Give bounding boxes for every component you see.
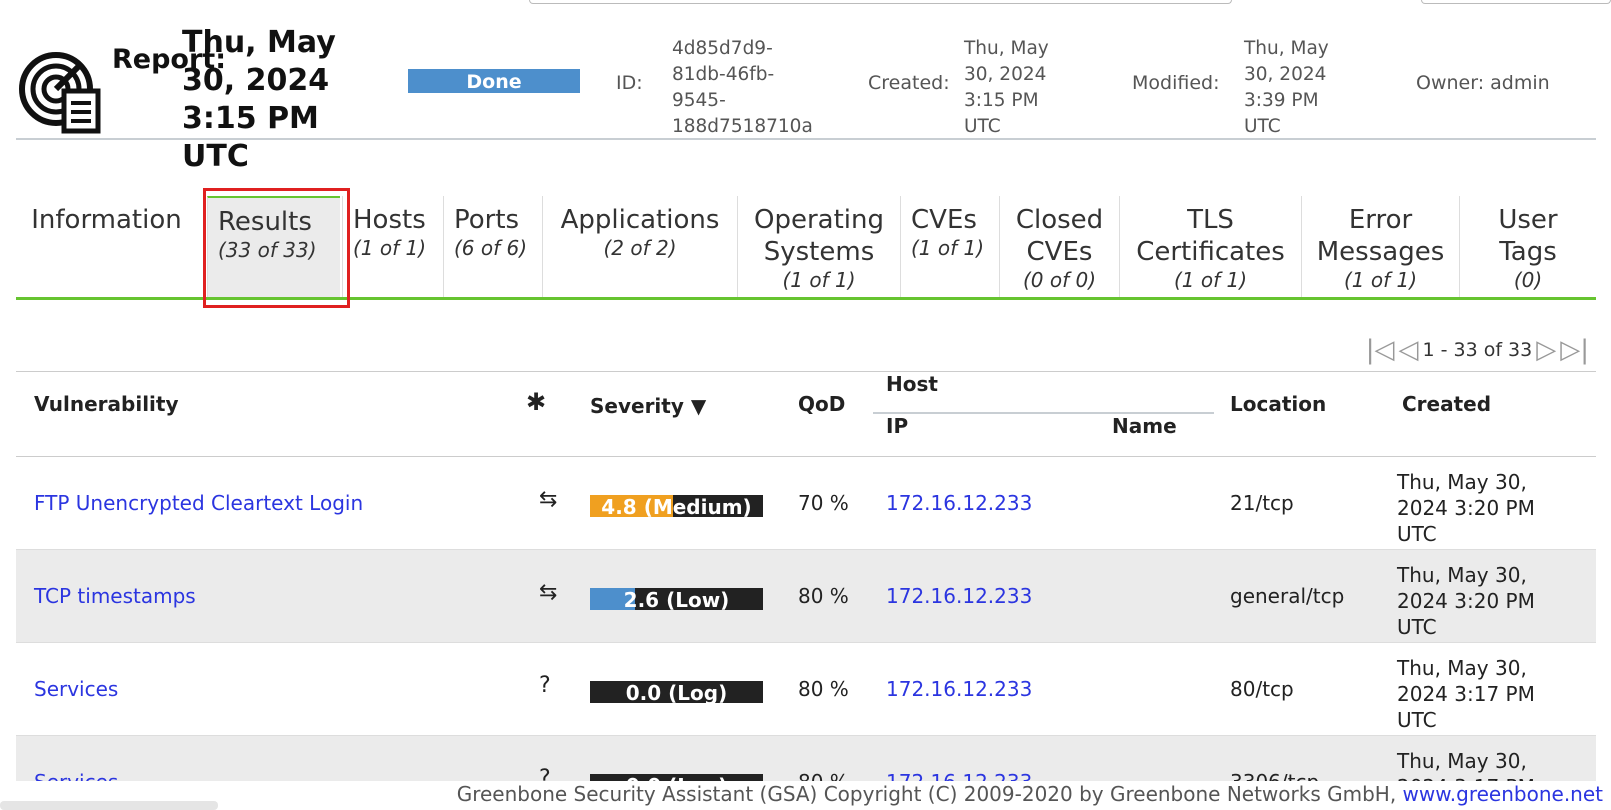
created-value: Thu, May 30, 2024 3:20 PM UTC: [1397, 470, 1535, 546]
copyright-text: Greenbone Security Assistant (GSA) Copyr…: [456, 782, 1403, 806]
page-range: 1 - 33 of 33: [1422, 339, 1533, 361]
report-header: Report: Thu, May 30, 2024 3:15 PM UTC Do…: [16, 22, 1596, 174]
id-value: 4d85d7d9-81db-46fb-9545-188d7518710a: [672, 38, 813, 137]
tab-label: Error Messages: [1316, 205, 1445, 267]
tab-tls-certificates[interactable]: TLS Certificates (1 of 1): [1119, 196, 1301, 297]
tab-information[interactable]: Information: [16, 196, 197, 297]
tab-count: (1 of 1): [353, 236, 427, 260]
tab-count: (1 of 1): [782, 268, 856, 292]
tab-label: Operating Systems: [754, 205, 884, 267]
table-row[interactable]: Services? 0.0 (Log) 80 % 172.16.12.233 80/tc…: [16, 643, 1596, 736]
severity-label: 2.6 (Low): [623, 588, 730, 610]
col-qod[interactable]: QoD: [798, 392, 845, 416]
created-label: Created:: [868, 72, 950, 94]
host-ip-link[interactable]: 172.16.12.233: [886, 677, 1032, 701]
col-vulnerability[interactable]: Vulnerability: [34, 392, 179, 416]
tab-count: (1 of 1): [1343, 268, 1418, 292]
previous-page-icon[interactable]: ◁: [1398, 337, 1418, 363]
location-value: general/tcp: [1230, 584, 1345, 608]
report-radar-icon: [19, 52, 101, 134]
first-page-icon[interactable]: |◁: [1366, 337, 1395, 363]
qod-value: 70 %: [798, 491, 849, 515]
exchange-icon: ⇆: [539, 487, 558, 512]
tab-ports[interactable]: Ports (6 of 6): [443, 196, 542, 297]
severity-bar: 2.6 (Low): [590, 588, 763, 610]
col-host: Host: [886, 372, 938, 396]
tab-label: Ports: [454, 205, 520, 235]
tab-count: (1 of 1): [1173, 268, 1248, 292]
tab-operating-systems[interactable]: Operating Systems (1 of 1): [737, 196, 900, 297]
tab-closed-cves[interactable]: Closed CVEs (0 of 0): [999, 196, 1119, 297]
pagination: |◁ ◁ 1 - 33 of 33 ▷ ▷|: [1366, 337, 1589, 363]
next-page-icon[interactable]: ▷: [1536, 337, 1556, 363]
location-value: 80/tcp: [1230, 677, 1294, 701]
active-tab-highlight: [203, 188, 350, 308]
tab-label: Closed CVEs: [1015, 205, 1104, 267]
vulnerability-link[interactable]: FTP Unencrypted Cleartext Login: [34, 491, 363, 515]
host-ip-link[interactable]: 172.16.12.233: [886, 584, 1032, 608]
qod-value: 80 %: [798, 584, 849, 608]
location-value: 21/tcp: [1230, 491, 1294, 515]
tab-applications[interactable]: Applications (2 of 2): [542, 196, 737, 297]
question-icon: ?: [539, 673, 551, 698]
table-row[interactable]: FTP Unencrypted Cleartext Login ⇆ 4.8 (Med…: [16, 457, 1596, 550]
table-header: Vulnerability ✱ Severity ▼ QoD Host IP N…: [16, 372, 1596, 457]
tab-cves[interactable]: CVEs (1 of 1): [900, 196, 999, 297]
horizontal-scrollbar[interactable]: [0, 801, 218, 810]
col-name[interactable]: Name: [1112, 414, 1177, 438]
tab-count: (2 of 2): [603, 236, 677, 260]
severity-bar: 0.0 (Log): [590, 681, 763, 703]
tab-count: (1 of 1): [911, 236, 985, 260]
top-filter-select[interactable]: [1421, 0, 1611, 4]
exchange-icon: ⇆: [539, 580, 558, 605]
severity-label: 4.8 (Medium): [601, 495, 752, 517]
col-created[interactable]: Created: [1402, 392, 1491, 416]
last-page-icon[interactable]: ▷|: [1560, 337, 1589, 363]
top-search-input[interactable]: [529, 0, 1232, 4]
qod-value: 80 %: [798, 677, 849, 701]
modified-label: Modified:: [1132, 72, 1220, 94]
footer: Greenbone Security Assistant (GSA) Copyr…: [0, 781, 1603, 810]
tab-label: CVEs: [911, 205, 977, 235]
owner-label: Owner: admin: [1416, 72, 1550, 94]
tab-count: (0 of 0): [1022, 268, 1097, 292]
col-severity[interactable]: Severity ▼: [590, 394, 706, 418]
modified-value: Thu, May 30, 2024 3:39 PM UTC: [1244, 38, 1329, 137]
host-ip-link[interactable]: 172.16.12.233: [886, 491, 1032, 515]
tab-count: (0): [1513, 268, 1543, 292]
id-label: ID:: [616, 72, 643, 94]
greenbone-link[interactable]: www.greenbone.net: [1403, 782, 1603, 806]
tab-label: Information: [31, 205, 182, 235]
table-row[interactable]: TCP timestamps ⇆ 2.6 (Low) 80 % 172.16.12.23…: [16, 550, 1596, 643]
tab-count: (6 of 6): [454, 236, 528, 260]
vulnerability-link[interactable]: Services: [34, 677, 118, 701]
tab-user-tags[interactable]: User Tags (0): [1459, 196, 1596, 297]
tab-label: Hosts: [353, 205, 426, 235]
results-table: Vulnerability ✱ Severity ▼ QoD Host IP N…: [16, 371, 1596, 810]
vulnerability-link[interactable]: TCP timestamps: [34, 584, 196, 608]
tab-label: TLS Certificates: [1136, 205, 1285, 267]
created-value: Thu, May 30, 2024 3:20 PM UTC: [1397, 563, 1535, 639]
created-value: Thu, May 30, 2024 3:17 PM UTC: [1397, 656, 1535, 732]
created-value: Thu, May 30, 2024 3:15 PM UTC: [964, 38, 1049, 137]
report-date: Thu, May 30, 2024 3:15 PM UTC: [182, 25, 336, 174]
puzzle-icon: ✱: [526, 388, 547, 416]
tab-label: User Tags: [1498, 205, 1558, 267]
report-label: Report:: [112, 44, 226, 75]
severity-label: 0.0 (Log): [625, 681, 728, 703]
severity-bar: 4.8 (Medium): [590, 495, 763, 517]
tab-hosts[interactable]: Hosts (1 of 1): [342, 196, 443, 297]
col-location[interactable]: Location: [1230, 392, 1326, 416]
tab-error-messages[interactable]: Error Messages (1 of 1): [1301, 196, 1459, 297]
col-ip[interactable]: IP: [886, 414, 908, 438]
tab-label: Applications: [560, 205, 720, 235]
status-bar: Done: [408, 69, 580, 93]
